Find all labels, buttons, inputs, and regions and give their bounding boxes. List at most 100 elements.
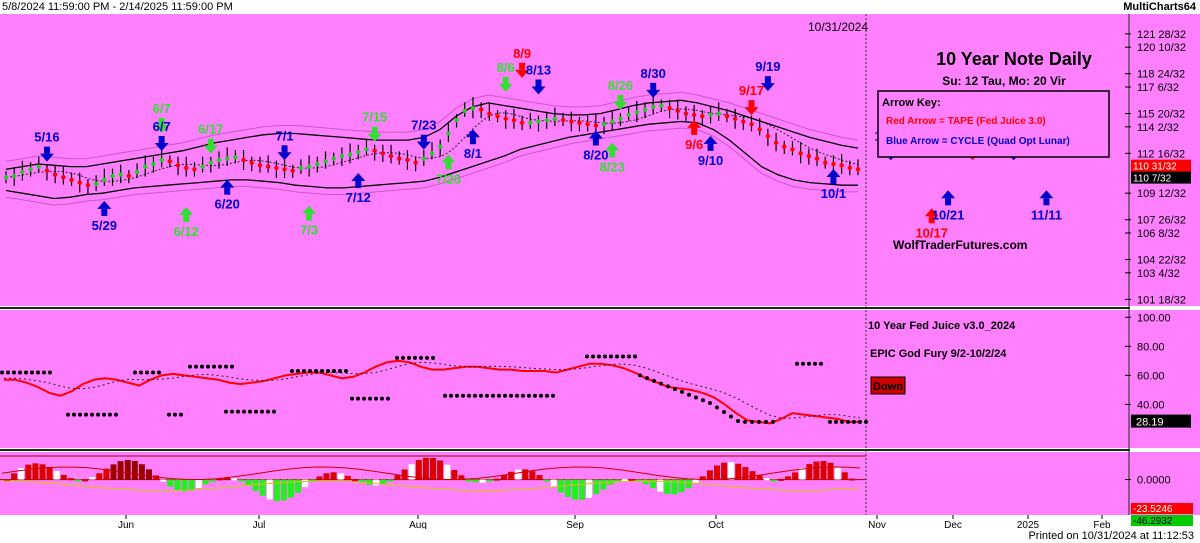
price-dot [200,164,205,169]
histogram-bar [124,459,131,480]
price-dot [249,160,254,165]
arrow-label: 9/17 [739,83,764,98]
indicator-dot [344,369,348,374]
histogram-bar [444,464,451,480]
histogram-bar [572,479,578,500]
price-dot [397,156,402,161]
indicator-dot [272,409,276,414]
indicator-dot [18,370,22,375]
histogram-bar [131,460,138,480]
price-tick-label: 118 24/32 [1137,69,1185,81]
indicator-dot [673,387,677,392]
indicator-dot [230,409,234,414]
price-dot [93,181,99,187]
indicator-dot [356,396,360,401]
price-dot [184,165,189,171]
histogram-bar [25,464,32,480]
x-axis: Jun Jul Aug Sep Oct Nov Dec 2025 Feb [118,515,1111,529]
indicator-dot [386,396,390,401]
histogram-bar [422,457,429,480]
histogram-bar [302,479,309,488]
indicator-dot [708,400,712,405]
indicator-dot [736,418,740,423]
last-price-label: 110 31/32 [1133,162,1177,173]
price-dot [732,116,738,122]
histogram-bar [806,464,813,480]
price-dot [675,108,680,114]
price-dot [782,144,787,149]
indicator-dot [659,381,663,386]
price-dot [208,160,214,165]
indicator-dot [687,392,691,397]
indicator-dot [133,370,137,375]
histogram-bar [848,478,855,481]
indicator-dot [771,419,775,424]
chart-area[interactable]: 5/16 5/29 6/7 6/7 6/12 6/17 6/20 7/1 7/3 7/12 7/15… [0,14,1200,529]
price-dot [102,177,107,183]
indicator-dot [413,355,417,360]
histogram-bar [146,469,152,480]
histogram-bar [721,462,728,480]
price-dot [11,173,17,179]
histogram-bar [373,479,380,486]
price-dot [528,120,533,126]
arrow-label: 7/12 [346,190,371,205]
arrow-label: 6/7 [153,101,171,116]
price-dot [421,156,427,161]
indicator-dot [368,396,372,401]
price-dot [151,161,156,167]
price-dot [446,131,451,136]
indicator-dot [114,412,118,417]
indicator-dot [503,393,507,398]
indicator-dot [145,370,149,375]
indicator-dot [609,354,613,359]
histogram-bar [536,475,543,480]
indicator-dot [314,369,318,374]
histogram-bar [437,460,444,480]
histogram-bar [160,479,167,482]
price-tick-label: 117 6/32 [1137,82,1179,94]
indicator-dot [750,419,754,424]
price-dot [306,164,312,169]
arrow-label: 8/1 [464,146,482,161]
price-dot [331,156,336,161]
price-tick-label: 114 2/32 [1137,122,1179,134]
arrow-shaft [281,145,288,153]
indicator-dot [828,419,832,424]
indicator-dot [151,370,155,375]
indicator-dot [419,355,423,360]
indicator-dot [66,412,70,417]
arrow-label: 9/6 [685,137,703,152]
histogram-bar [777,478,784,481]
price-dot [413,160,418,165]
histogram-bar [785,476,791,480]
histogram-bar [174,479,181,491]
indicator-dot [179,412,183,417]
price-dot [618,116,623,122]
price-dot [69,177,74,183]
arrow-label: 7/1 [275,128,293,143]
histogram-bar [138,464,145,480]
chart-title: 10 Year Note Daily [936,49,1092,69]
price-dot [626,112,631,118]
histogram-bar [231,478,238,481]
price-dot [241,157,246,163]
price-tick-label: 101 18/32 [1137,294,1186,306]
indicator-dot [757,419,761,424]
indicator-dot [302,369,306,374]
indicator-dot [715,405,719,410]
indicator-dot [326,369,330,374]
price-dot [503,116,508,122]
indicator-dot [694,395,698,400]
price-dot [634,110,640,115]
histogram-bar [46,467,53,480]
indicator-dot [858,419,862,424]
price-dot [823,160,828,165]
histogram-bar [834,466,841,480]
watermark: WolfTraderFutures.com [893,238,1027,252]
price-dot [405,157,410,163]
indicator-dot [200,364,204,369]
indicator-dot [467,393,471,398]
indicator-dot [666,384,670,389]
arrow-shaft [224,187,231,195]
